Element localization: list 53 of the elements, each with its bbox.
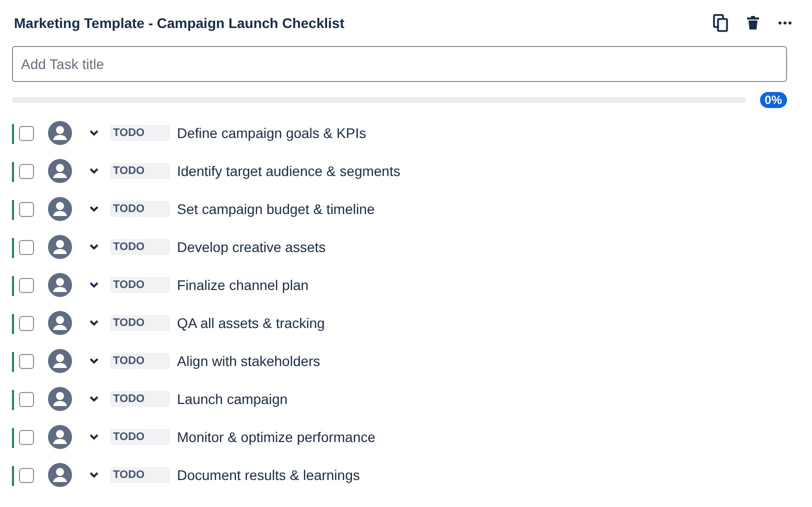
status-lozenge[interactable]: TODO [110, 277, 170, 293]
task-checkbox[interactable] [19, 468, 34, 482]
avatar-icon[interactable] [48, 311, 72, 335]
avatar-icon[interactable] [48, 273, 72, 297]
task-title[interactable]: QA all assets & tracking [177, 315, 325, 331]
checklist-title: Marketing Template - Campaign Launch Checklist [14, 15, 344, 31]
task-title[interactable]: Identify target audience & segments [177, 163, 400, 179]
status-lozenge[interactable]: TODO [110, 315, 170, 331]
status-lozenge[interactable]: TODO [110, 353, 170, 369]
chevron-icon[interactable] [89, 130, 99, 136]
status-lozenge[interactable]: TODO [110, 467, 170, 483]
status-lozenge[interactable]: TODO [110, 239, 170, 255]
status-lozenge[interactable]: TODO [110, 125, 170, 141]
task-title-input[interactable]: Add Task title [12, 46, 787, 82]
avatar-icon[interactable] [48, 235, 72, 259]
avatar-icon[interactable] [48, 159, 72, 183]
avatar-icon[interactable] [48, 349, 72, 373]
chevron-icon[interactable] [89, 358, 99, 364]
task-title[interactable]: Document results & learnings [177, 467, 360, 483]
chevron-icon[interactable] [89, 244, 99, 250]
status-lozenge[interactable]: TODO [110, 201, 170, 217]
chevron-icon[interactable] [89, 320, 99, 326]
status-lozenge[interactable]: TODO [110, 429, 170, 445]
task-checkbox[interactable] [19, 278, 34, 292]
task-title[interactable]: Monitor & optimize performance [177, 429, 376, 445]
chevron-icon[interactable] [89, 396, 99, 402]
chevron-icon[interactable] [89, 206, 99, 212]
task-checkbox[interactable] [19, 202, 34, 216]
avatar-icon[interactable] [48, 425, 72, 449]
status-lozenge[interactable]: TODO [110, 163, 170, 179]
avatar-icon[interactable] [48, 197, 72, 221]
chevron-icon[interactable] [89, 168, 99, 174]
task-checkbox[interactable] [19, 240, 34, 254]
task-checkbox[interactable] [19, 126, 34, 140]
task-title[interactable]: Align with stakeholders [177, 353, 320, 369]
task-title[interactable]: Define campaign goals & KPIs [177, 125, 366, 141]
avatar-icon[interactable] [48, 387, 72, 411]
task-checkbox[interactable] [19, 430, 34, 444]
task-checkbox[interactable] [19, 164, 34, 178]
task-checkbox[interactable] [19, 392, 34, 406]
chevron-icon[interactable] [89, 434, 99, 440]
avatar-icon[interactable] [48, 121, 72, 145]
task-title[interactable]: Finalize channel plan [177, 277, 309, 293]
avatar-icon[interactable] [48, 463, 72, 487]
task-checkbox[interactable] [19, 316, 34, 330]
task-title[interactable]: Set campaign budget & timeline [177, 201, 375, 217]
task-checkbox[interactable] [19, 354, 34, 368]
status-lozenge[interactable]: TODO [110, 391, 170, 407]
task-title[interactable]: Launch campaign [177, 391, 288, 407]
progress-badge: 0% [760, 92, 787, 108]
chevron-icon[interactable] [89, 282, 99, 288]
chevron-icon[interactable] [89, 472, 99, 478]
task-title[interactable]: Develop creative assets [177, 239, 326, 255]
